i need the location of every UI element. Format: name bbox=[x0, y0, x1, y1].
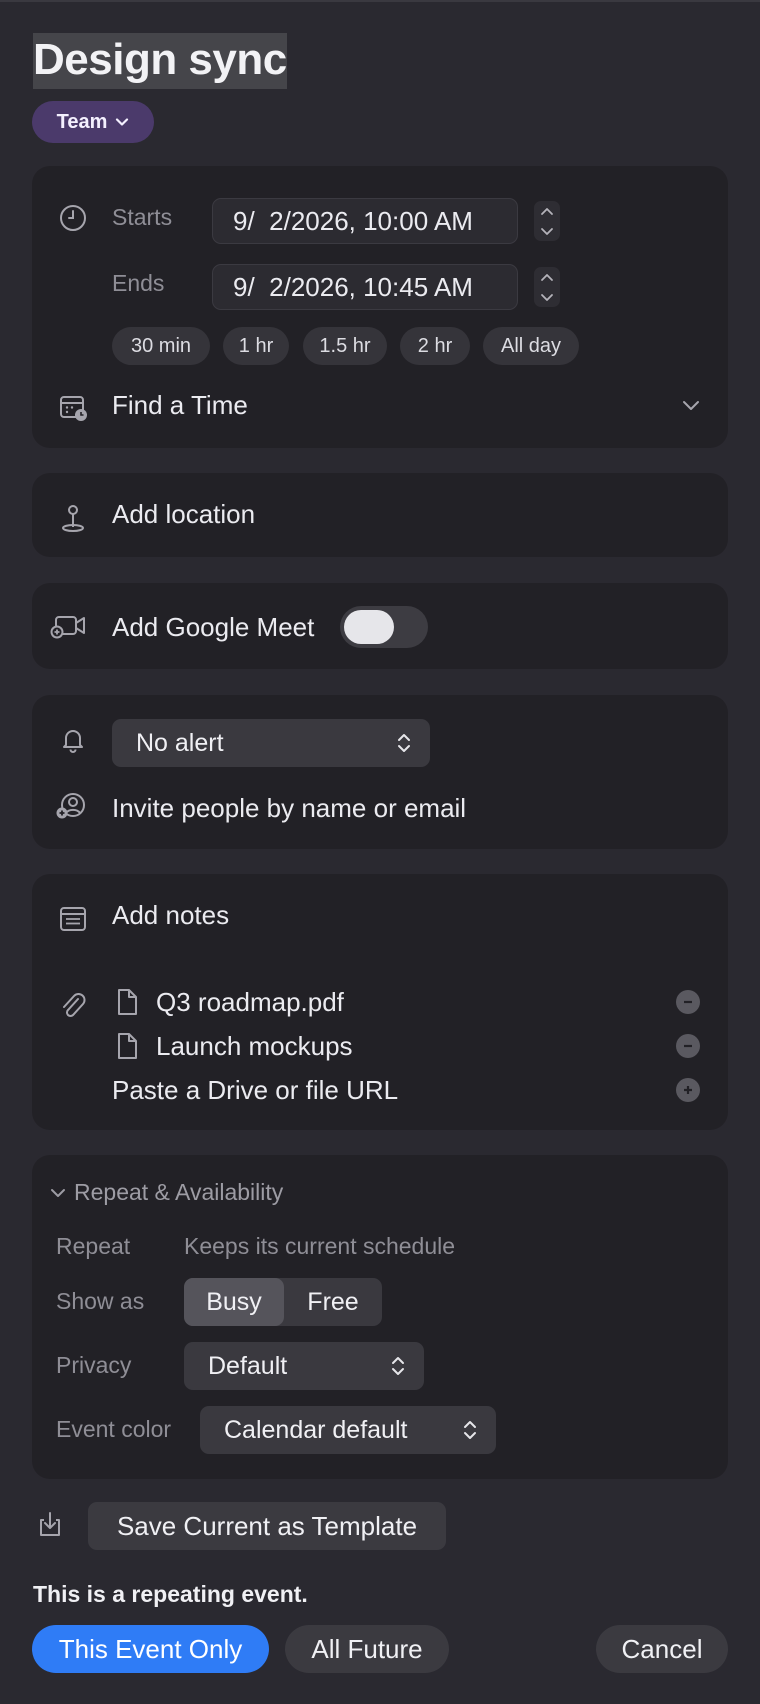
start-datetime-field[interactable]: 9/ 2/2026, 10:00 AM bbox=[212, 198, 518, 244]
up-down-chevron-icon bbox=[464, 1421, 476, 1439]
paperclip-icon bbox=[58, 990, 88, 1020]
calendar-selector[interactable]: Team bbox=[32, 101, 154, 143]
find-a-time-label[interactable]: Find a Time bbox=[112, 390, 248, 421]
repeating-event-notice: This is a repeating event. bbox=[33, 1581, 308, 1607]
clock-icon bbox=[58, 203, 88, 233]
attachment-name[interactable]: Q3 roadmap.pdf bbox=[156, 987, 344, 1018]
notes-icon bbox=[58, 904, 88, 934]
chevron-down-icon[interactable] bbox=[540, 293, 554, 302]
duration-chip-30-min[interactable]: 30 min bbox=[112, 327, 210, 365]
up-down-chevron-icon bbox=[398, 734, 410, 752]
location-pin-icon bbox=[58, 503, 88, 533]
repeat-section-title: Repeat & Availability bbox=[74, 1179, 284, 1205]
minus-icon bbox=[684, 1044, 692, 1048]
event-color-select[interactable]: Calendar default bbox=[200, 1406, 496, 1454]
attachment-name[interactable]: Launch mockups bbox=[156, 1031, 353, 1062]
chevron-down-icon bbox=[116, 118, 129, 126]
alert-invite-card: No alert Invite people by name or email bbox=[32, 695, 728, 849]
title-wrap: Design sync bbox=[33, 33, 287, 89]
file-icon bbox=[112, 1031, 142, 1061]
alert-select[interactable]: No alert bbox=[112, 719, 430, 767]
google-meet-label: Add Google Meet bbox=[112, 612, 315, 642]
add-attachment-button[interactable] bbox=[676, 1078, 700, 1102]
duration-chip-1-5-hr[interactable]: 1.5 hr bbox=[303, 327, 387, 365]
conference-card: Add Google Meet bbox=[32, 583, 728, 669]
duration-chip-all-day[interactable]: All day bbox=[483, 327, 579, 365]
duration-chip-2-hr[interactable]: 2 hr bbox=[400, 327, 470, 365]
privacy-label: Privacy bbox=[56, 1352, 132, 1378]
all-future-button[interactable]: All Future bbox=[285, 1625, 449, 1673]
show-as-label: Show as bbox=[56, 1288, 145, 1314]
location-card[interactable]: Add location bbox=[32, 473, 728, 557]
repeat-section-header[interactable]: Repeat & Availability bbox=[50, 1179, 283, 1206]
end-time-stepper[interactable] bbox=[534, 267, 560, 307]
privacy-value: Default bbox=[208, 1351, 288, 1380]
alert-value: No alert bbox=[136, 728, 224, 757]
calendar-name: Team bbox=[56, 110, 108, 133]
up-down-chevron-icon bbox=[392, 1357, 404, 1375]
remove-attachment-button[interactable] bbox=[676, 1034, 700, 1058]
starts-label: Starts bbox=[112, 204, 173, 230]
location-input[interactable]: Add location bbox=[112, 499, 255, 530]
event-color-label: Event color bbox=[56, 1416, 172, 1442]
this-event-only-button[interactable]: This Event Only bbox=[32, 1625, 269, 1673]
chevron-down-icon[interactable] bbox=[540, 227, 554, 236]
chevron-down-icon[interactable] bbox=[676, 390, 706, 420]
chevron-up-icon[interactable] bbox=[540, 207, 554, 216]
toggle-knob bbox=[344, 610, 394, 644]
show-as-busy[interactable]: Busy bbox=[184, 1278, 284, 1326]
show-as-segmented-control: Busy Free bbox=[184, 1278, 382, 1326]
bell-icon bbox=[58, 724, 88, 754]
download-tray-icon bbox=[35, 1510, 65, 1540]
event-color-value: Calendar default bbox=[224, 1415, 408, 1444]
end-datetime-field[interactable]: 9/ 2/2026, 10:45 AM bbox=[212, 264, 518, 310]
event-title-input[interactable]: Design sync bbox=[33, 33, 287, 89]
repeat-value: Keeps its current schedule bbox=[184, 1233, 456, 1259]
file-url-input[interactable]: Paste a Drive or file URL bbox=[112, 1075, 398, 1106]
save-as-template-button[interactable]: Save Current as Template bbox=[88, 1502, 446, 1550]
notes-card: Add notes Q3 roadmap.pdf Launch mockups … bbox=[32, 874, 728, 1130]
plus-icon bbox=[684, 1086, 692, 1094]
add-person-icon bbox=[54, 791, 88, 821]
repeat-label: Repeat bbox=[56, 1233, 131, 1259]
time-card: Starts 9/ 2/2026, 10:00 AM Ends 9/ 2/202… bbox=[32, 166, 728, 448]
repeat-availability-card: Repeat & Availability Repeat Keeps its c… bbox=[32, 1155, 728, 1479]
file-icon bbox=[112, 987, 142, 1017]
remove-attachment-button[interactable] bbox=[676, 990, 700, 1014]
ends-label: Ends bbox=[112, 270, 165, 296]
video-add-icon bbox=[50, 611, 88, 641]
google-meet-toggle[interactable] bbox=[340, 606, 428, 648]
notes-input[interactable]: Add notes bbox=[112, 900, 229, 931]
duration-chip-1-hr[interactable]: 1 hr bbox=[223, 327, 289, 365]
chevron-up-icon[interactable] bbox=[540, 273, 554, 282]
chevron-down-icon bbox=[51, 1188, 65, 1197]
calendar-clock-icon bbox=[58, 392, 88, 422]
invite-input[interactable]: Invite people by name or email bbox=[112, 793, 466, 824]
cancel-button[interactable]: Cancel bbox=[596, 1625, 728, 1673]
window-top-border bbox=[0, 0, 760, 2]
start-time-stepper[interactable] bbox=[534, 201, 560, 241]
privacy-select[interactable]: Default bbox=[184, 1342, 424, 1390]
minus-icon bbox=[684, 1000, 692, 1004]
show-as-free[interactable]: Free bbox=[284, 1278, 382, 1326]
